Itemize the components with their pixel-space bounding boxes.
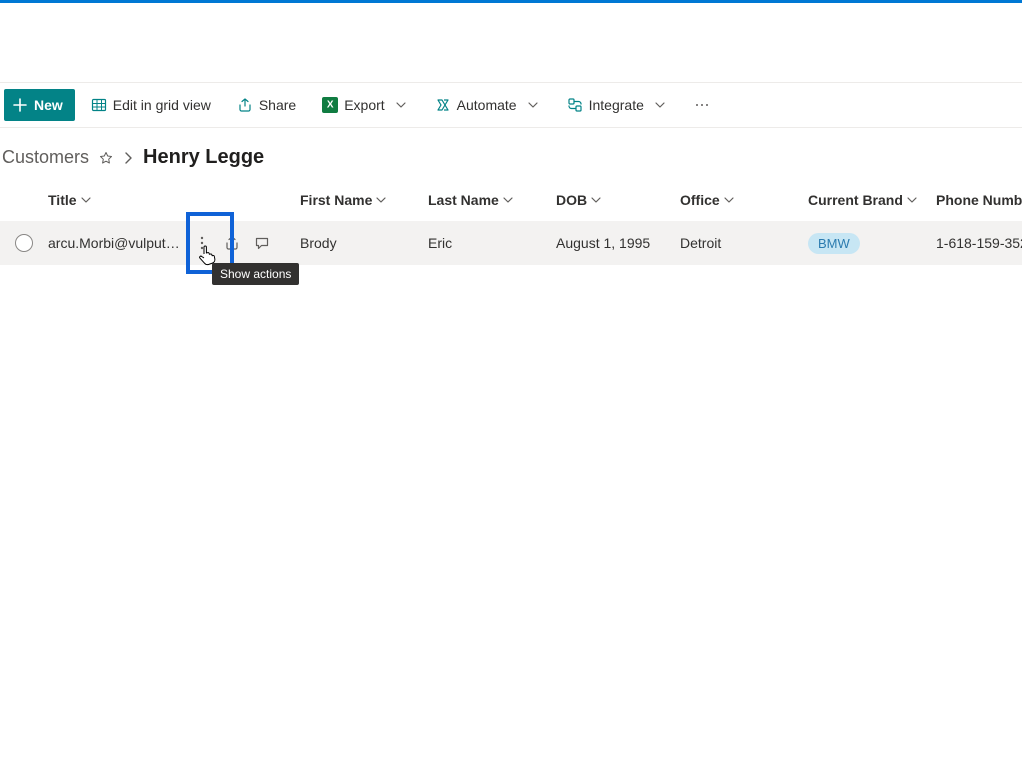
integrate-button[interactable]: Integrate: [557, 89, 678, 121]
table-row[interactable]: arcu.Morbi@vulputatedui... Brody Eric Au…: [0, 221, 1022, 265]
column-header-last-name[interactable]: Last Name: [428, 192, 556, 208]
breadcrumb-current: Henry Legge: [143, 146, 264, 169]
details-list: Title First Name Last Name DOB Office Cu…: [0, 179, 1022, 265]
vertical-ellipsis-icon: [194, 235, 210, 251]
column-header-title[interactable]: Title: [48, 192, 300, 208]
new-button-label: New: [34, 97, 63, 113]
breadcrumb: Customers Henry Legge: [0, 128, 1022, 179]
row-comment-button[interactable]: [248, 229, 276, 257]
new-button[interactable]: New: [4, 89, 75, 121]
row-first-name: Brody: [300, 235, 428, 251]
comment-icon: [254, 235, 270, 251]
edit-grid-button[interactable]: Edit in grid view: [81, 89, 221, 121]
share-icon: [237, 97, 253, 113]
breadcrumb-separator-icon: [123, 152, 133, 164]
automate-label: Automate: [457, 97, 517, 113]
column-header-label: Current Brand: [808, 192, 903, 208]
column-header-dob[interactable]: DOB: [556, 192, 680, 208]
chevron-down-icon: [393, 97, 409, 113]
row-office: Detroit: [680, 235, 808, 251]
export-button[interactable]: Export: [312, 89, 418, 121]
column-header-label: Title: [48, 192, 77, 208]
row-select[interactable]: [0, 234, 48, 252]
chevron-down-icon: [525, 97, 541, 113]
star-icon[interactable]: [99, 151, 113, 165]
brand-tag[interactable]: BMW: [808, 233, 860, 254]
column-header-phone-number[interactable]: Phone Number: [936, 192, 1022, 208]
column-header-label: Last Name: [428, 192, 499, 208]
row-last-name: Eric: [428, 235, 556, 251]
column-header-office[interactable]: Office: [680, 192, 808, 208]
radio-icon: [15, 234, 33, 252]
row-phone-number: 1-618-159-3521: [936, 235, 1022, 251]
row-dob: August 1, 1995: [556, 235, 680, 251]
row-share-button[interactable]: [218, 229, 246, 257]
breadcrumb-list-link[interactable]: Customers: [2, 147, 89, 168]
row-title[interactable]: arcu.Morbi@vulputatedui...: [48, 235, 184, 251]
share-label: Share: [259, 97, 296, 113]
grid-icon: [91, 97, 107, 113]
show-actions-button[interactable]: [188, 229, 216, 257]
automate-button[interactable]: Automate: [425, 89, 551, 121]
excel-icon: [322, 97, 338, 113]
column-header-label: First Name: [300, 192, 372, 208]
more-commands-button[interactable]: [684, 89, 720, 121]
column-header-current-brand[interactable]: Current Brand: [808, 192, 936, 208]
column-header-label: DOB: [556, 192, 587, 208]
edit-grid-label: Edit in grid view: [113, 97, 211, 113]
chevron-down-icon: [652, 97, 668, 113]
top-accent-bar: [0, 0, 1022, 3]
plus-icon: [12, 97, 28, 113]
tooltip-show-actions: Show actions: [212, 263, 299, 285]
share-icon: [224, 235, 240, 251]
export-label: Export: [344, 97, 384, 113]
suite-header-blank: [0, 0, 1022, 83]
column-header-first-name[interactable]: First Name: [300, 192, 428, 208]
integrate-label: Integrate: [589, 97, 644, 113]
integrate-icon: [567, 97, 583, 113]
ellipsis-icon: [690, 104, 714, 106]
command-bar: New Edit in grid view Share Export Autom…: [0, 83, 1022, 128]
flow-icon: [435, 97, 451, 113]
column-header-label: Office: [680, 192, 720, 208]
share-button[interactable]: Share: [227, 89, 306, 121]
column-header-label: Phone Number: [936, 192, 1022, 208]
list-header-row: Title First Name Last Name DOB Office Cu…: [0, 179, 1022, 221]
